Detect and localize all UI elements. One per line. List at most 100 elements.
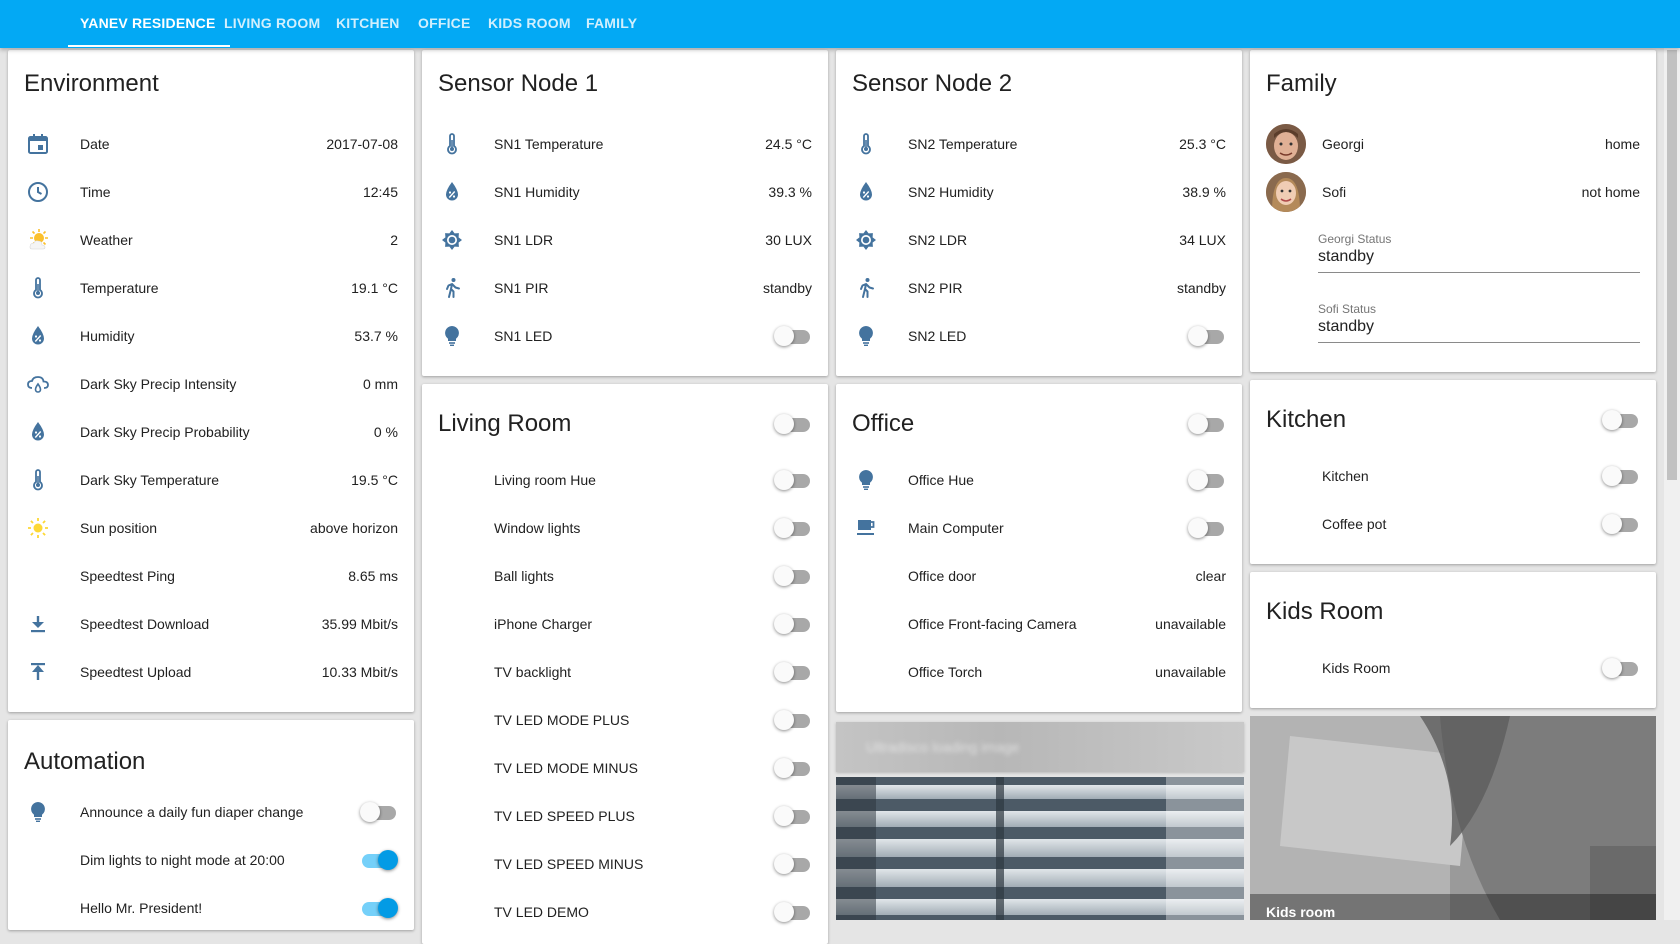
tab-yanev-residence[interactable]: YANEV RESIDENCE xyxy=(68,0,228,48)
row-toggle-wrap[interactable] xyxy=(774,566,812,589)
row-toggle-wrap[interactable] xyxy=(1602,514,1640,537)
row-value: 2 xyxy=(390,232,398,248)
row-sn1-pir: SN1 PIR standby xyxy=(422,264,828,312)
living-room-group-toggle[interactable] xyxy=(774,414,812,437)
row-main-computer[interactable]: Main Computer xyxy=(836,504,1242,552)
row-office-torch: Office Torch unavailable xyxy=(836,648,1242,696)
row-value: 8.65 ms xyxy=(348,568,398,584)
family-member-georgi[interactable]: Georgi home xyxy=(1250,120,1656,168)
row-sn1-ldr: SN1 LDR 30 LUX xyxy=(422,216,828,264)
row-iphone-charger[interactable]: iPhone Charger xyxy=(422,600,828,648)
row-dark-sky-precip-intensity: Dark Sky Precip Intensity 0 mm xyxy=(8,360,414,408)
kitchen-toggle[interactable] xyxy=(1602,466,1640,486)
row-toggle-wrap[interactable] xyxy=(774,614,812,637)
row-toggle-wrap[interactable] xyxy=(774,326,812,349)
tv-led-mode-minus-toggle[interactable] xyxy=(774,758,812,778)
row-tv-led-mode-minus[interactable]: TV LED MODE MINUS xyxy=(422,744,828,792)
coffee-pot-toggle[interactable] xyxy=(1602,514,1640,534)
sofi-status-input[interactable]: Sofi Status standby xyxy=(1318,302,1640,343)
tab-kitchen[interactable]: KITCHEN xyxy=(324,0,412,48)
row-label: SN2 PIR xyxy=(908,280,963,296)
row-toggle-wrap[interactable] xyxy=(774,518,812,541)
sn2-led-toggle[interactable] xyxy=(1188,326,1226,346)
row-tv-backlight[interactable]: TV backlight xyxy=(422,648,828,696)
row-value: clear xyxy=(1195,568,1226,584)
row-label: Temperature xyxy=(80,280,159,296)
tab-kids-room[interactable]: KIDS ROOM xyxy=(476,0,583,48)
row-living-room-hue[interactable]: Living room Hue xyxy=(422,456,828,504)
page-scrollbar[interactable] xyxy=(1664,48,1680,920)
water-percent-icon xyxy=(26,324,50,348)
row-sn1-led[interactable]: SN1 LED xyxy=(422,312,828,360)
row-toggle-wrap[interactable] xyxy=(774,758,812,781)
row-toggle-wrap[interactable] xyxy=(1188,326,1226,349)
scrollbar-thumb[interactable] xyxy=(1667,50,1677,480)
tab-family[interactable]: FAMILY xyxy=(574,0,649,48)
kids-room-camera-image[interactable]: Kids room xyxy=(1250,716,1656,920)
row-sn2-led[interactable]: SN2 LED xyxy=(836,312,1242,360)
announce-a-daily-fun-diaper-change-toggle[interactable] xyxy=(360,802,398,822)
row-toggle-wrap[interactable] xyxy=(774,470,812,493)
row-toggle-wrap[interactable] xyxy=(774,806,812,829)
iphone-charger-toggle[interactable] xyxy=(774,614,812,634)
office-camera-image[interactable] xyxy=(836,777,1244,920)
office-master-toggle[interactable] xyxy=(1188,414,1226,434)
office-group-toggle[interactable] xyxy=(1188,414,1226,437)
georgi-status-input[interactable]: Georgi Status standby xyxy=(1318,232,1640,273)
main-computer-toggle[interactable] xyxy=(1188,518,1226,538)
row-dim-lights-to-night-mode-at-20-00[interactable]: Dim lights to night mode at 20:00 xyxy=(8,836,414,884)
window-lights-toggle[interactable] xyxy=(774,518,812,538)
dim-lights-to-night-mode-at-20-00-toggle[interactable] xyxy=(362,850,398,870)
office-hue-toggle[interactable] xyxy=(1188,470,1226,490)
tv-led-speed-minus-toggle[interactable] xyxy=(774,854,812,874)
row-kids-room[interactable]: Kids Room xyxy=(1250,644,1656,692)
row-toggle-wrap[interactable] xyxy=(360,802,398,825)
ball-lights-toggle[interactable] xyxy=(774,566,812,586)
living-room-hue-toggle[interactable] xyxy=(774,470,812,490)
kitchen-group-toggle[interactable] xyxy=(1602,410,1640,433)
environment-card: Environment Date 2017-07-08 Time 12:45 Weath… xyxy=(8,50,414,712)
living-room-master-toggle[interactable] xyxy=(774,414,812,434)
row-label: SN2 Temperature xyxy=(908,136,1018,152)
kitchen-master-toggle[interactable] xyxy=(1602,410,1640,430)
family-member-sofi[interactable]: Sofi not home xyxy=(1250,168,1656,216)
toggle-knob xyxy=(774,902,794,922)
row-toggle-wrap[interactable] xyxy=(1602,466,1640,489)
tv-led-demo-toggle[interactable] xyxy=(774,902,812,922)
tab-office[interactable]: OFFICE xyxy=(406,0,483,48)
office-camera-loading[interactable]: Ultradisco loading image xyxy=(836,722,1244,772)
row-announce-a-daily-fun-diaper-change[interactable]: Announce a daily fun diaper change xyxy=(8,788,414,836)
hello-mr-president-toggle[interactable] xyxy=(362,898,398,918)
sn1-led-toggle[interactable] xyxy=(774,326,812,346)
camera-caption-text: Kids room xyxy=(1266,904,1336,920)
input-value[interactable]: standby xyxy=(1318,318,1640,343)
row-coffee-pot[interactable]: Coffee pot xyxy=(1250,500,1656,548)
tv-led-mode-plus-toggle[interactable] xyxy=(774,710,812,730)
row-toggle-wrap[interactable] xyxy=(774,902,812,925)
row-window-lights[interactable]: Window lights xyxy=(422,504,828,552)
row-value: 0 % xyxy=(373,424,398,440)
row-toggle-wrap[interactable] xyxy=(774,854,812,877)
input-value[interactable]: standby xyxy=(1318,248,1640,273)
row-toggle-wrap[interactable] xyxy=(362,898,398,921)
row-toggle-wrap[interactable] xyxy=(1188,518,1226,541)
row-office-hue[interactable]: Office Hue xyxy=(836,456,1242,504)
row-toggle-wrap[interactable] xyxy=(774,710,812,733)
tab-living-room[interactable]: LIVING ROOM xyxy=(212,0,332,48)
row-toggle-wrap[interactable] xyxy=(774,662,812,685)
row-tv-led-mode-plus[interactable]: TV LED MODE PLUS xyxy=(422,696,828,744)
tv-led-speed-plus-toggle[interactable] xyxy=(774,806,812,826)
kids-room-toggle[interactable] xyxy=(1602,658,1640,678)
row-toggle-wrap[interactable] xyxy=(1602,658,1640,681)
row-toggle-wrap[interactable] xyxy=(1188,470,1226,493)
row-ball-lights[interactable]: Ball lights xyxy=(422,552,828,600)
row-tv-led-speed-plus[interactable]: TV LED SPEED PLUS xyxy=(422,792,828,840)
row-toggle-wrap[interactable] xyxy=(362,850,398,873)
row-tv-led-speed-minus[interactable]: TV LED SPEED MINUS xyxy=(422,840,828,888)
tv-backlight-toggle[interactable] xyxy=(774,662,812,682)
row-kitchen[interactable]: Kitchen xyxy=(1250,452,1656,500)
row-tv-led-demo[interactable]: TV LED DEMO xyxy=(422,888,828,936)
row-hello-mr-president[interactable]: Hello Mr. President! xyxy=(8,884,414,930)
toggle-knob xyxy=(774,470,794,490)
row-office-front-facing-camera: Office Front-facing Camera unavailable xyxy=(836,600,1242,648)
